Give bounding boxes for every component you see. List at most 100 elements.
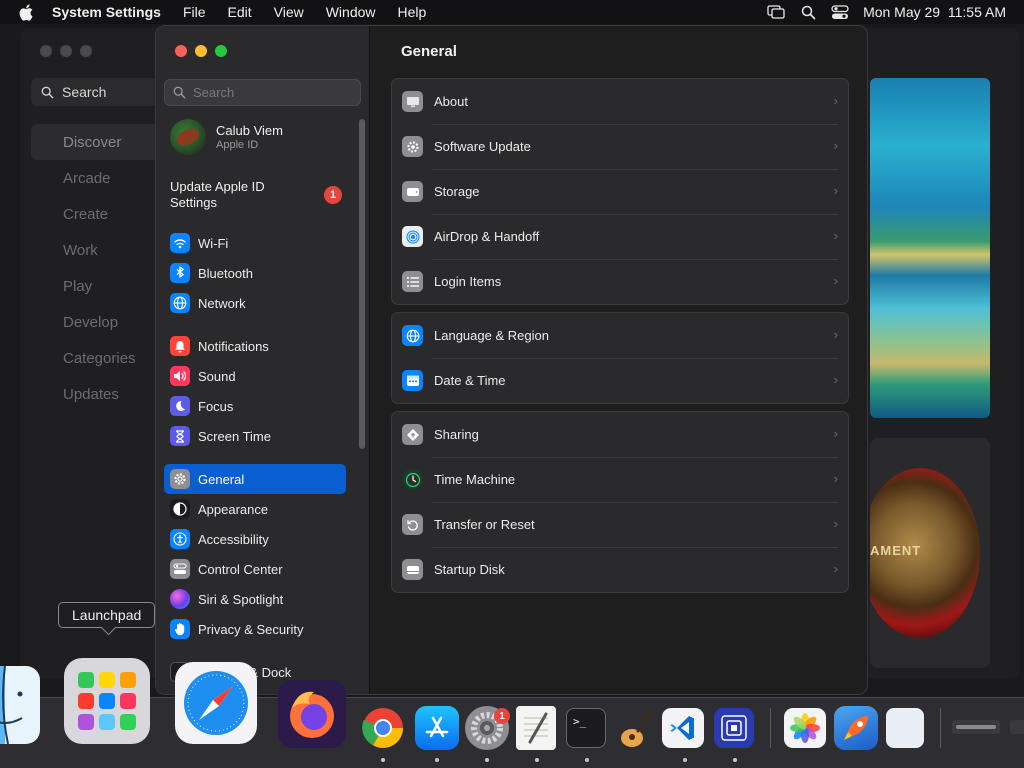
dock-terminal[interactable]: >_	[566, 708, 606, 748]
dock-vscode[interactable]	[662, 708, 704, 748]
dock-photos[interactable]	[784, 708, 826, 748]
dock-launchpad[interactable]	[64, 658, 150, 744]
row-airdrop-handoff[interactable]: AirDrop & Handoff ›	[392, 214, 848, 259]
sidebar-item-wifi[interactable]: Wi-Fi	[164, 228, 346, 258]
window-zoom-button[interactable]	[80, 45, 92, 57]
zoom-button[interactable]	[215, 45, 227, 57]
dock-textedit[interactable]	[516, 706, 556, 750]
textedit-pen-icon	[524, 712, 548, 744]
app-store-nav-categories[interactable]: Categories	[31, 340, 161, 376]
app-store-nav-updates[interactable]: Updates	[31, 376, 161, 412]
dock-firefox[interactable]	[278, 680, 346, 748]
row-sharing[interactable]: Sharing ›	[392, 412, 848, 457]
settings-search-input[interactable]	[193, 85, 353, 100]
settings-search-field[interactable]	[164, 79, 361, 106]
finder-face-icon	[0, 666, 23, 744]
dock-trash[interactable]	[1010, 720, 1024, 734]
row-startup-disk[interactable]: Startup Disk ›	[392, 547, 848, 592]
sidebar-scrollbar[interactable]	[359, 119, 365, 449]
sidebar-item-siri-spotlight[interactable]: Siri & Spotlight	[164, 584, 346, 614]
minimize-button[interactable]	[195, 45, 207, 57]
profile-name: Calub Viem	[216, 123, 283, 138]
row-login-items[interactable]: Login Items ›	[392, 259, 848, 304]
control-center-icon[interactable]	[831, 4, 849, 20]
row-software-update[interactable]: Software Update ›	[392, 124, 848, 169]
accessibility-icon	[170, 529, 190, 549]
dock-notification-badge: 1	[494, 708, 510, 724]
row-time-machine[interactable]: Time Machine ›	[392, 457, 848, 502]
app-store-nav-develop[interactable]: Develop	[31, 304, 161, 340]
wifi-icon	[170, 233, 190, 253]
profile-subtitle: Apple ID	[216, 139, 259, 151]
menu-app-name[interactable]: System Settings	[52, 4, 161, 20]
row-transfer-reset[interactable]: Transfer or Reset ›	[392, 502, 848, 547]
speaker-icon	[170, 366, 190, 386]
window-close-button[interactable]	[40, 45, 52, 57]
menu-view[interactable]: View	[274, 4, 304, 20]
sidebar-item-bluetooth[interactable]: Bluetooth	[164, 258, 346, 288]
chevron-right-icon: ›	[833, 471, 838, 486]
dock-minimized-window[interactable]	[952, 720, 1000, 734]
apple-menu-icon[interactable]	[16, 2, 36, 22]
dock-preview[interactable]	[886, 708, 924, 748]
traffic-lights	[175, 45, 227, 57]
app-store-nav-work[interactable]: Work	[31, 232, 161, 268]
dock-running-indicator	[485, 758, 489, 762]
siri-icon	[170, 589, 190, 609]
spotlight-search-icon[interactable]	[799, 4, 817, 20]
row-date-time[interactable]: Date & Time ›	[392, 358, 848, 403]
dock-safari[interactable]	[175, 662, 257, 744]
sidebar-item-sound[interactable]: Sound	[164, 361, 346, 391]
sidebar-item-focus[interactable]: Focus	[164, 391, 346, 421]
menu-edit[interactable]: Edit	[228, 4, 252, 20]
chevron-right-icon: ›	[833, 426, 838, 441]
page-title: General	[401, 43, 457, 60]
system-settings-window: Calub Viem Apple ID Update Apple ID Sett…	[155, 25, 868, 695]
dock-simulator[interactable]	[714, 708, 754, 748]
sidebar-item-label: Appearance	[198, 501, 269, 517]
menu-file[interactable]: File	[183, 4, 206, 20]
dock-garageband[interactable]	[616, 706, 656, 750]
menu-clock[interactable]: Mon May 29 11:55 AM	[863, 4, 1006, 20]
row-storage[interactable]: Storage ›	[392, 169, 848, 214]
apple-id-profile[interactable]: Calub Viem Apple ID	[170, 119, 283, 155]
airdrop-icon	[402, 226, 423, 247]
sidebar-item-accessibility[interactable]: Accessibility	[164, 524, 346, 554]
app-store-nav-discover[interactable]: Discover	[31, 124, 161, 160]
dock-instruments[interactable]	[834, 706, 878, 750]
settings-content: General About › Software Update › Storag…	[371, 26, 867, 694]
app-store-nav-play[interactable]: Play	[31, 268, 161, 304]
app-store-featured-banner[interactable]	[870, 78, 990, 418]
update-apple-id-settings[interactable]: Update Apple ID Settings 1	[170, 179, 342, 211]
app-store-nav-create[interactable]: Create	[31, 196, 161, 232]
chrome-icon	[362, 708, 403, 748]
chevron-right-icon: ›	[833, 93, 838, 108]
window-minimize-button[interactable]	[60, 45, 72, 57]
sidebar-item-notifications[interactable]: Notifications	[164, 331, 346, 361]
row-about[interactable]: About ›	[392, 79, 848, 124]
row-language-region[interactable]: Language & Region ›	[392, 313, 848, 358]
screen-mirroring-icon[interactable]	[767, 4, 785, 20]
sidebar-item-network[interactable]: Network	[164, 288, 346, 318]
dock-finder[interactable]	[0, 666, 40, 744]
minimized-window-thumbnail	[956, 725, 996, 729]
globe-icon	[170, 293, 190, 313]
appearance-icon	[170, 499, 190, 519]
safari-compass-icon	[184, 671, 248, 735]
firefox-icon	[290, 691, 334, 738]
app-store-nav-arcade[interactable]: Arcade	[31, 160, 161, 196]
menu-help[interactable]: Help	[398, 4, 427, 20]
dock-chrome[interactable]	[361, 706, 405, 750]
sidebar-item-control-center[interactable]: Control Center	[164, 554, 346, 584]
dock-running-indicator	[683, 758, 687, 762]
sidebar-item-general[interactable]: General	[164, 464, 346, 494]
app-store-featured-card[interactable]: AMENT	[870, 438, 990, 668]
close-button[interactable]	[175, 45, 187, 57]
sidebar-item-screen-time[interactable]: Screen Time	[164, 421, 346, 451]
sidebar-item-appearance[interactable]: Appearance	[164, 494, 346, 524]
app-store-search-field[interactable]: Search	[31, 78, 161, 106]
dock-app-store[interactable]	[415, 706, 459, 750]
menu-window[interactable]: Window	[326, 4, 376, 20]
sidebar-item-privacy-security[interactable]: Privacy & Security	[164, 614, 346, 644]
disk-icon	[402, 559, 423, 580]
